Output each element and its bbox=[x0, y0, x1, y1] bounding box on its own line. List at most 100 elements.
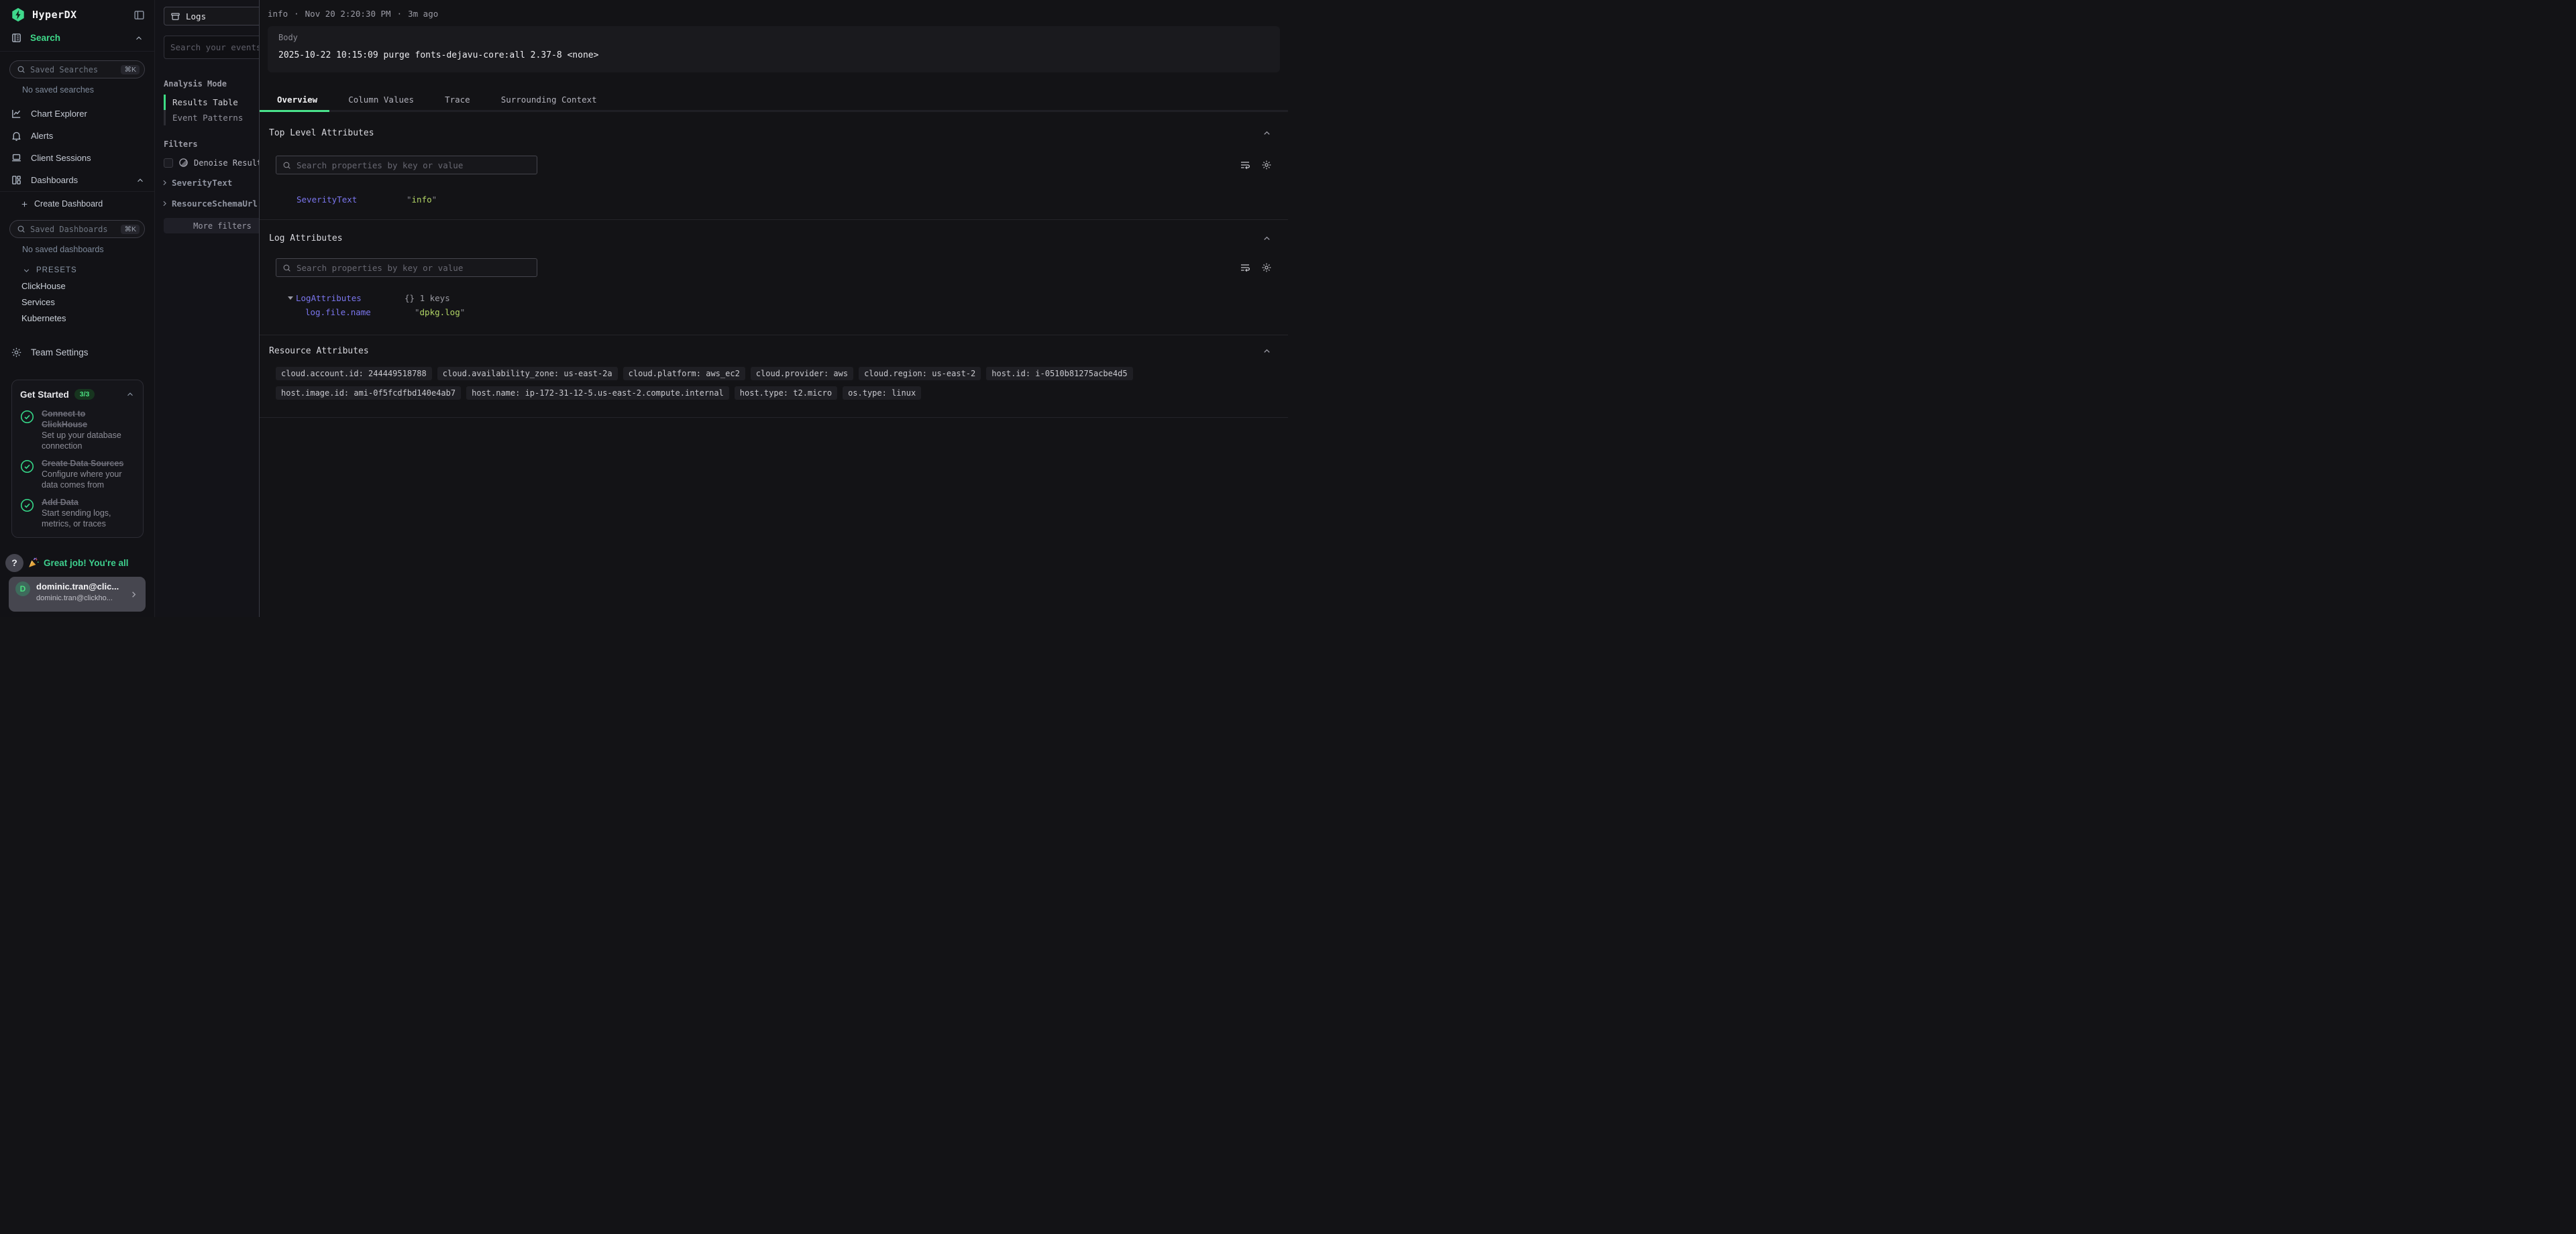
attribute-tree-root[interactable]: LogAttributes {} 1 keys bbox=[268, 293, 1272, 303]
gear-icon bbox=[11, 347, 22, 358]
chevron-right-icon bbox=[129, 590, 139, 600]
hyperdx-logo-icon bbox=[11, 7, 25, 22]
check-circle-icon bbox=[20, 410, 34, 424]
sidebar-collapse-icon[interactable] bbox=[133, 9, 145, 21]
saved-dashboards-input[interactable]: Saved Dashboards ⌘K bbox=[9, 220, 145, 238]
create-dashboard-button[interactable]: Create Dashboard bbox=[0, 192, 154, 216]
sidebar-item-dashboards[interactable]: Dashboards bbox=[0, 169, 154, 191]
resource-chip[interactable]: host.type: t2.micro bbox=[735, 386, 837, 400]
mode-event-patterns[interactable]: Event Patterns bbox=[164, 110, 259, 125]
search-section-label: Search bbox=[30, 33, 60, 43]
resource-chip[interactable]: host.name: ip-172-31-12-5.us-east-2.comp… bbox=[466, 386, 729, 400]
step-desc: Start sending logs, metrics, or traces bbox=[42, 508, 127, 529]
denoise-results-checkbox[interactable]: Denoise Results bbox=[164, 158, 259, 168]
presets-toggle[interactable]: PRESETS bbox=[0, 263, 154, 278]
chevron-up-icon[interactable] bbox=[134, 34, 144, 43]
step-desc: Configure where your data comes from bbox=[42, 469, 127, 490]
saved-searches-input[interactable]: Saved Searches ⌘K bbox=[9, 60, 145, 78]
tab-trace[interactable]: Trace bbox=[445, 95, 470, 105]
sidebar-item-chart-explorer[interactable]: Chart Explorer bbox=[0, 103, 154, 125]
chevron-down-icon bbox=[22, 266, 31, 275]
sidebar-nav: Chart Explorer Alerts Client Sessions Da… bbox=[0, 103, 154, 191]
preset-item[interactable]: ClickHouse bbox=[0, 278, 154, 294]
plus-icon bbox=[20, 200, 29, 209]
resource-chip[interactable]: host.id: i-0510b81275acbe4d5 bbox=[986, 367, 1132, 380]
get-started-step[interactable]: Add Data Start sending logs, metrics, or… bbox=[20, 497, 135, 529]
wrap-lines-icon[interactable] bbox=[1240, 262, 1250, 273]
resource-chip[interactable]: host.image.id: ami-0f5fcdfbd140e4ab7 bbox=[276, 386, 461, 400]
tab-overview[interactable]: Overview bbox=[277, 95, 317, 105]
search-icon bbox=[282, 161, 291, 170]
resource-chip[interactable]: cloud.platform: aws_ec2 bbox=[623, 367, 745, 380]
chevron-up-icon[interactable] bbox=[136, 176, 145, 185]
chevron-right-icon bbox=[160, 178, 169, 187]
resource-chip[interactable]: os.type: linux bbox=[843, 386, 921, 400]
chevron-up-icon[interactable] bbox=[125, 390, 135, 399]
attribute-key[interactable]: log.file.name bbox=[305, 307, 415, 317]
tab-column-values[interactable]: Column Values bbox=[348, 95, 414, 105]
collapse-section-icon[interactable] bbox=[1262, 233, 1272, 243]
collapse-section-icon[interactable] bbox=[1262, 128, 1272, 138]
checkbox[interactable] bbox=[164, 158, 173, 168]
event-search-input[interactable]: Search your events bbox=[164, 36, 259, 59]
congrats-row: ? Great job! You're all bbox=[5, 553, 154, 573]
sidebar-item-search[interactable]: Search bbox=[0, 32, 154, 52]
get-started-step[interactable]: Connect to ClickHouse Set up your databa… bbox=[20, 408, 135, 451]
resource-chip[interactable]: cloud.account.id: 244449518788 bbox=[276, 367, 432, 380]
attribute-row: log.file.name "dpkg.log" bbox=[268, 307, 1272, 317]
detail-tabbar: Overview Column Values Trace Surrounding… bbox=[260, 95, 1288, 112]
saved-dashboards-placeholder: Saved Dashboards bbox=[30, 225, 108, 234]
user-menu-button[interactable]: D dominic.tran@clic... dominic.tran@clic… bbox=[9, 577, 146, 612]
archive-icon bbox=[170, 11, 180, 21]
attribute-row: SeverityText "info" bbox=[268, 194, 1272, 205]
filter-group-resourceschemaurl[interactable]: ResourceSchemaUrl bbox=[160, 198, 259, 209]
shortcut-badge: ⌘K bbox=[121, 225, 140, 234]
source-select[interactable]: Logs bbox=[164, 7, 259, 25]
party-popper-icon bbox=[28, 557, 40, 569]
relative-time: 3m ago bbox=[408, 9, 438, 19]
sidebar-item-team-settings[interactable]: Team Settings bbox=[0, 341, 154, 363]
attribute-value[interactable]: "dpkg.log" bbox=[415, 307, 465, 317]
search-filter-panel: Logs Search your events Analysis Mode Re… bbox=[155, 0, 259, 617]
attribute-key[interactable]: LogAttributes bbox=[296, 293, 405, 303]
nav-label: Client Sessions bbox=[31, 153, 91, 163]
sidebar-item-client-sessions[interactable]: Client Sessions bbox=[0, 147, 154, 169]
no-saved-dashboards-text: No saved dashboards bbox=[22, 245, 154, 254]
caret-down-icon[interactable] bbox=[288, 296, 293, 300]
grid-icon bbox=[11, 174, 22, 186]
resource-chip[interactable]: cloud.provider: aws bbox=[751, 367, 853, 380]
preset-item[interactable]: Kubernetes bbox=[0, 310, 154, 326]
denoise-label: Denoise Results bbox=[194, 158, 259, 168]
collapse-section-icon[interactable] bbox=[1262, 346, 1272, 356]
sidebar-item-alerts[interactable]: Alerts bbox=[0, 125, 154, 147]
get-started-card: Get Started 3/3 Connect to ClickHouse Se… bbox=[11, 380, 144, 538]
resource-attribute-chips: cloud.account.id: 244449518788 cloud.avai… bbox=[276, 367, 1277, 400]
get-started-step[interactable]: Create Data Sources Configure where your… bbox=[20, 458, 135, 490]
more-filters-button[interactable]: More filters bbox=[164, 218, 259, 233]
mode-results-table[interactable]: Results Table bbox=[164, 95, 259, 110]
nav-label: Chart Explorer bbox=[31, 109, 87, 119]
active-tab-underline bbox=[260, 110, 329, 112]
property-search-input[interactable]: Search properties by key or value bbox=[276, 156, 537, 174]
get-started-progress-badge: 3/3 bbox=[74, 389, 95, 400]
filters-label: Filters bbox=[164, 139, 259, 149]
section-top-level-attributes: Top Level Attributes Search properties b… bbox=[260, 112, 1288, 220]
tab-surrounding-context[interactable]: Surrounding Context bbox=[501, 95, 597, 105]
section-title: Log Attributes bbox=[268, 233, 343, 243]
analysis-mode-label: Analysis Mode bbox=[164, 79, 259, 89]
resource-chip[interactable]: cloud.region: us-east-2 bbox=[859, 367, 981, 380]
property-search-input[interactable]: Search properties by key or value bbox=[276, 258, 537, 277]
nav-label: Alerts bbox=[31, 131, 53, 141]
filter-group-label: SeverityText bbox=[172, 178, 232, 188]
help-button[interactable]: ? bbox=[5, 554, 23, 572]
attribute-value[interactable]: "info" bbox=[407, 194, 437, 205]
gear-icon[interactable] bbox=[1261, 160, 1272, 170]
body-card: Body 2025-10-22 10:15:09 purge fonts-dej… bbox=[268, 26, 1280, 72]
wrap-lines-icon[interactable] bbox=[1240, 160, 1250, 170]
attribute-key[interactable]: SeverityText bbox=[297, 194, 407, 205]
filter-group-severitytext[interactable]: SeverityText bbox=[160, 177, 259, 188]
resource-chip[interactable]: cloud.availability_zone: us-east-2a bbox=[437, 367, 618, 380]
source-select-value: Logs bbox=[186, 11, 206, 21]
preset-item[interactable]: Services bbox=[0, 294, 154, 310]
gear-icon[interactable] bbox=[1261, 262, 1272, 273]
